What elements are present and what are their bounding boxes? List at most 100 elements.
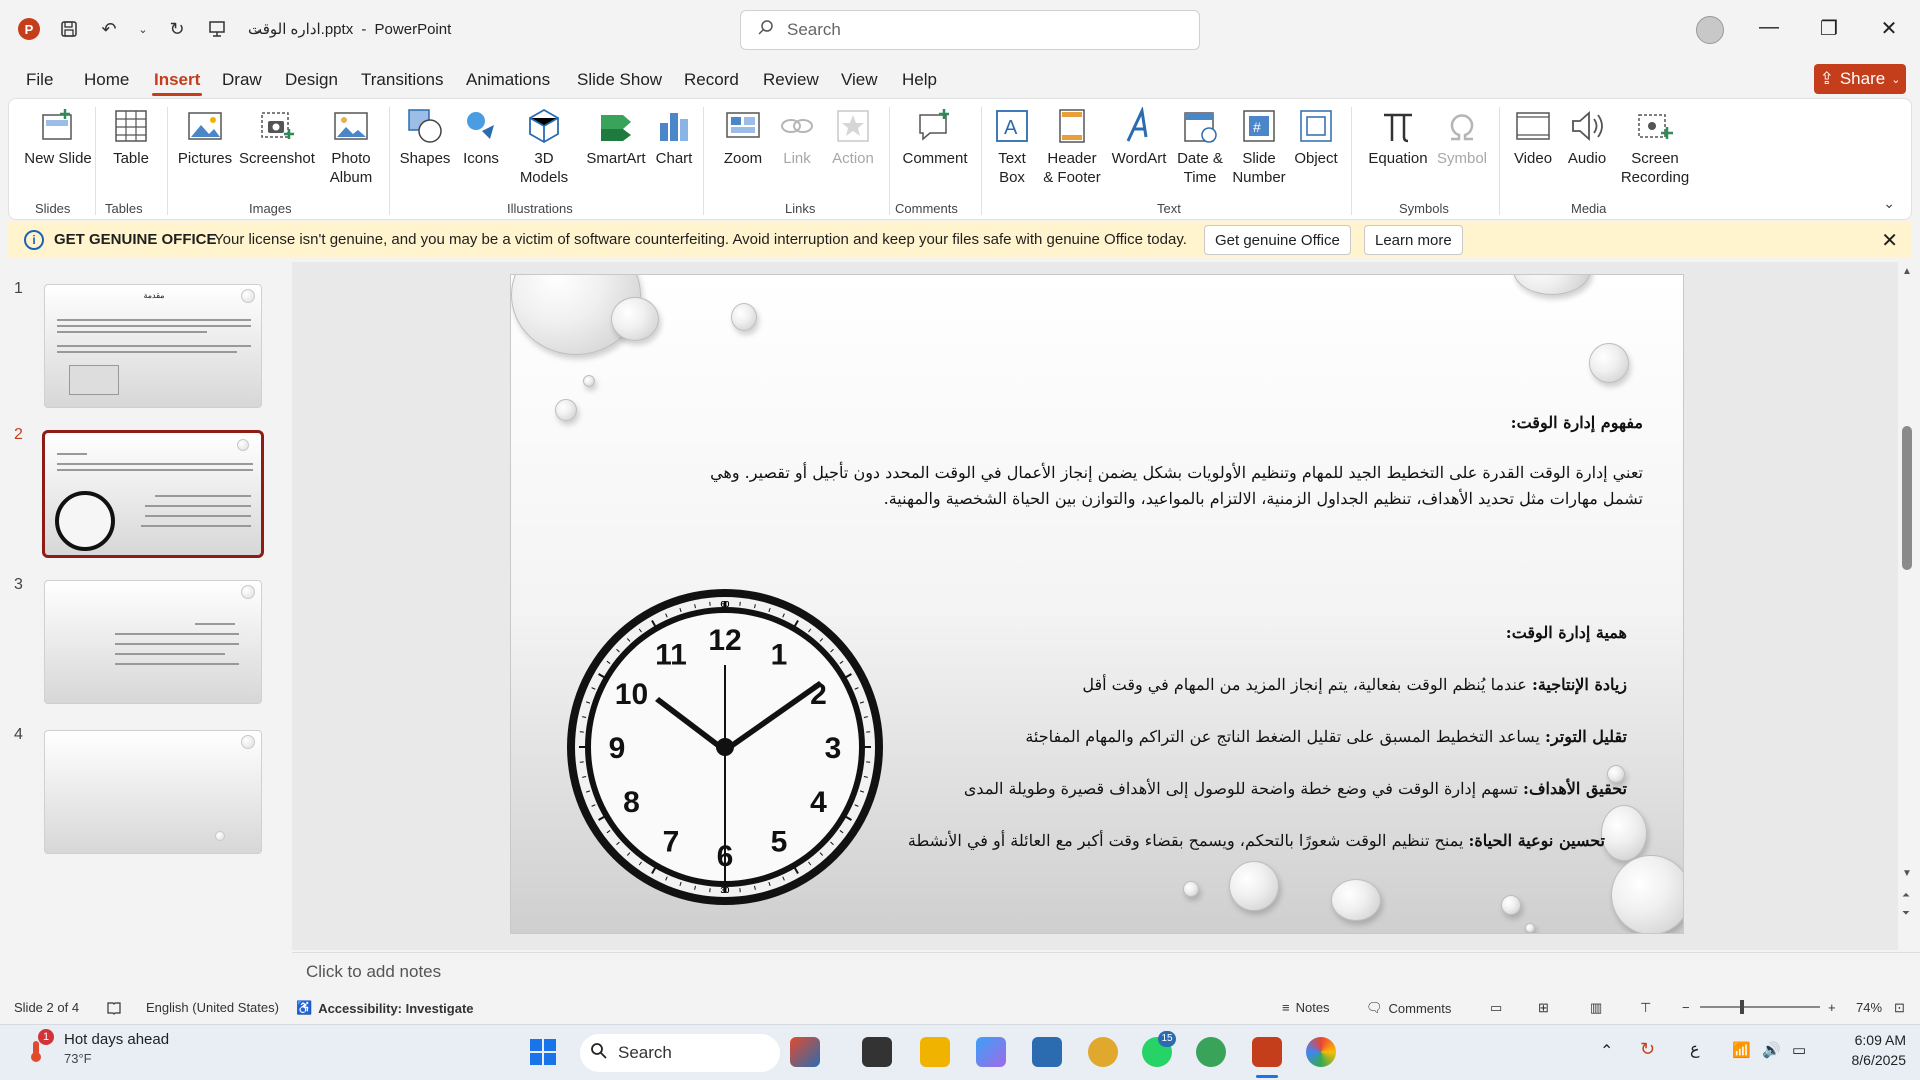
slide-thumbnail-3[interactable]: [44, 580, 262, 704]
slide-2[interactable]: مفهوم إدارة الوقت: تعني إدارة الوقت القد…: [510, 274, 1684, 934]
tab-insert[interactable]: Insert: [154, 70, 200, 90]
task-view-icon[interactable]: [862, 1037, 892, 1067]
slideshow-view-icon[interactable]: ⊤: [1640, 1000, 1651, 1016]
windows-start-icon[interactable]: [528, 1037, 558, 1067]
object-button[interactable]: Object: [1289, 107, 1343, 168]
normal-view-icon[interactable]: ▭: [1490, 1000, 1502, 1016]
account-avatar[interactable]: [1696, 16, 1724, 44]
store-icon[interactable]: [1032, 1037, 1062, 1067]
pencils-widget-icon[interactable]: [790, 1037, 820, 1067]
slide-sorter-icon[interactable]: ⊞: [1538, 1000, 1549, 1016]
learn-more-button[interactable]: Learn more: [1364, 225, 1463, 255]
tab-record[interactable]: Record: [684, 70, 739, 90]
undo-icon[interactable]: ↶: [98, 18, 120, 40]
ribbon-collapse-icon[interactable]: ⌄: [1883, 195, 1895, 212]
photo-album-button[interactable]: Photo Album: [319, 107, 383, 187]
fit-to-window-icon[interactable]: ⊡: [1894, 1000, 1905, 1016]
battery-icon[interactable]: ▭: [1792, 1041, 1806, 1059]
tab-transitions[interactable]: Transitions: [361, 70, 444, 90]
reading-view-icon[interactable]: ▥: [1590, 1000, 1602, 1016]
chrome-profile-icon[interactable]: [1088, 1037, 1118, 1067]
taskbar-search[interactable]: Search: [580, 1034, 780, 1072]
powerpoint-logo-icon: P: [18, 18, 40, 40]
tab-draw[interactable]: Draw: [222, 70, 262, 90]
present-icon[interactable]: [206, 18, 228, 40]
slide-thumbnail-1[interactable]: مقدمة: [44, 284, 262, 408]
search-box[interactable]: Search: [740, 10, 1200, 50]
file-explorer-icon[interactable]: [920, 1037, 950, 1067]
undo-dropdown-icon[interactable]: ⌄: [138, 18, 148, 40]
scroll-down-icon[interactable]: ▼: [1902, 868, 1912, 879]
smartart-button[interactable]: SmartArt: [581, 107, 651, 168]
slide-number-button[interactable]: # Slide Number: [1231, 107, 1287, 187]
powerpoint-taskbar-icon[interactable]: [1252, 1037, 1282, 1067]
next-slide-icon[interactable]: ⏷: [1902, 908, 1910, 919]
close-license-bar-icon[interactable]: ✕: [1881, 228, 1898, 253]
chrome-icon[interactable]: [1196, 1037, 1226, 1067]
3d-models-button[interactable]: 3D Models: [509, 107, 579, 187]
tab-home[interactable]: Home: [84, 70, 129, 90]
shapes-button[interactable]: Shapes: [395, 107, 455, 168]
icons-button[interactable]: Icons: [455, 107, 507, 168]
screen-recording-button[interactable]: Screen Recording: [1615, 107, 1695, 187]
volume-icon[interactable]: 🔊: [1762, 1041, 1781, 1059]
pictures-button[interactable]: Pictures: [173, 107, 237, 168]
notes-button[interactable]: ≡ Notes: [1282, 1000, 1330, 1015]
wordart-button[interactable]: WordArt: [1107, 107, 1171, 168]
comments-button[interactable]: 🗨 Comments: [1366, 1000, 1451, 1016]
sync-icon[interactable]: ↻: [1640, 1039, 1655, 1060]
zoom-slider-track[interactable]: [1700, 1006, 1820, 1008]
spelling-check-icon[interactable]: [106, 1000, 122, 1016]
close-icon[interactable]: ✕: [1874, 16, 1904, 41]
text-box-button[interactable]: A Text Box: [989, 107, 1035, 187]
action-button[interactable]: Action: [825, 107, 881, 168]
restore-icon[interactable]: ❐: [1814, 16, 1844, 41]
audio-button[interactable]: Audio: [1561, 107, 1613, 168]
notes-pane[interactable]: Click to add notes: [292, 952, 1920, 987]
new-slide-button[interactable]: New Slide: [23, 107, 93, 168]
chart-button[interactable]: Chart: [649, 107, 699, 168]
wifi-icon[interactable]: 📶: [1732, 1041, 1751, 1059]
clock-time[interactable]: 6:09 AM: [1836, 1032, 1906, 1048]
slide-thumbnail-2[interactable]: [42, 430, 264, 558]
comment-button[interactable]: Comment: [895, 107, 975, 168]
tab-design[interactable]: Design: [285, 70, 338, 90]
show-hidden-icons-icon[interactable]: ⌃: [1600, 1041, 1613, 1061]
tab-animations[interactable]: Animations: [466, 70, 550, 90]
zoom-percent[interactable]: 74%: [1856, 1000, 1882, 1015]
previous-slide-icon[interactable]: ⏶: [1902, 890, 1910, 901]
scrollbar-thumb[interactable]: [1902, 426, 1912, 570]
redo-icon[interactable]: ↻: [166, 18, 188, 40]
input-language[interactable]: ع: [1690, 1039, 1700, 1059]
copilot-icon[interactable]: [976, 1037, 1006, 1067]
date-time-button[interactable]: Date & Time: [1171, 107, 1229, 187]
symbol-button[interactable]: Symbol: [1433, 107, 1491, 168]
tab-view[interactable]: View: [841, 70, 878, 90]
tab-file[interactable]: File: [26, 70, 53, 90]
get-genuine-office-button[interactable]: Get genuine Office: [1204, 225, 1351, 255]
language-indicator[interactable]: English (United States): [146, 1000, 279, 1015]
slide-thumbnail-4[interactable]: [44, 730, 262, 854]
link-button[interactable]: Link: [775, 107, 819, 168]
clock-date[interactable]: 8/6/2025: [1826, 1052, 1907, 1068]
zoom-out-icon[interactable]: −: [1682, 1000, 1690, 1015]
zoom-button[interactable]: Zoom: [715, 107, 771, 168]
save-icon[interactable]: [58, 18, 80, 40]
chrome-alt-icon[interactable]: [1306, 1037, 1336, 1067]
equation-button[interactable]: Equation: [1359, 107, 1437, 168]
screenshot-button[interactable]: Screenshot: [237, 107, 317, 168]
zoom-slider-thumb[interactable]: [1740, 1000, 1744, 1014]
tab-slide-show[interactable]: Slide Show: [577, 70, 662, 90]
scroll-up-icon[interactable]: ▲: [1902, 266, 1912, 277]
table-button[interactable]: Table: [103, 107, 159, 168]
share-button[interactable]: ⇪ Share ⌄: [1814, 64, 1906, 94]
header-footer-button[interactable]: Header & Footer: [1039, 107, 1105, 187]
video-button[interactable]: Video: [1505, 107, 1561, 168]
tab-review[interactable]: Review: [763, 70, 819, 90]
minimize-icon[interactable]: —: [1754, 16, 1784, 39]
vertical-scrollbar[interactable]: ▲ ▼ ⏶ ⏷: [1898, 262, 1918, 950]
tab-help[interactable]: Help: [902, 70, 937, 90]
accessibility-status[interactable]: ♿ Accessibility: Investigate: [296, 1000, 474, 1016]
zoom-in-icon[interactable]: +: [1828, 1000, 1836, 1015]
weather-title[interactable]: Hot days ahead: [64, 1031, 169, 1048]
